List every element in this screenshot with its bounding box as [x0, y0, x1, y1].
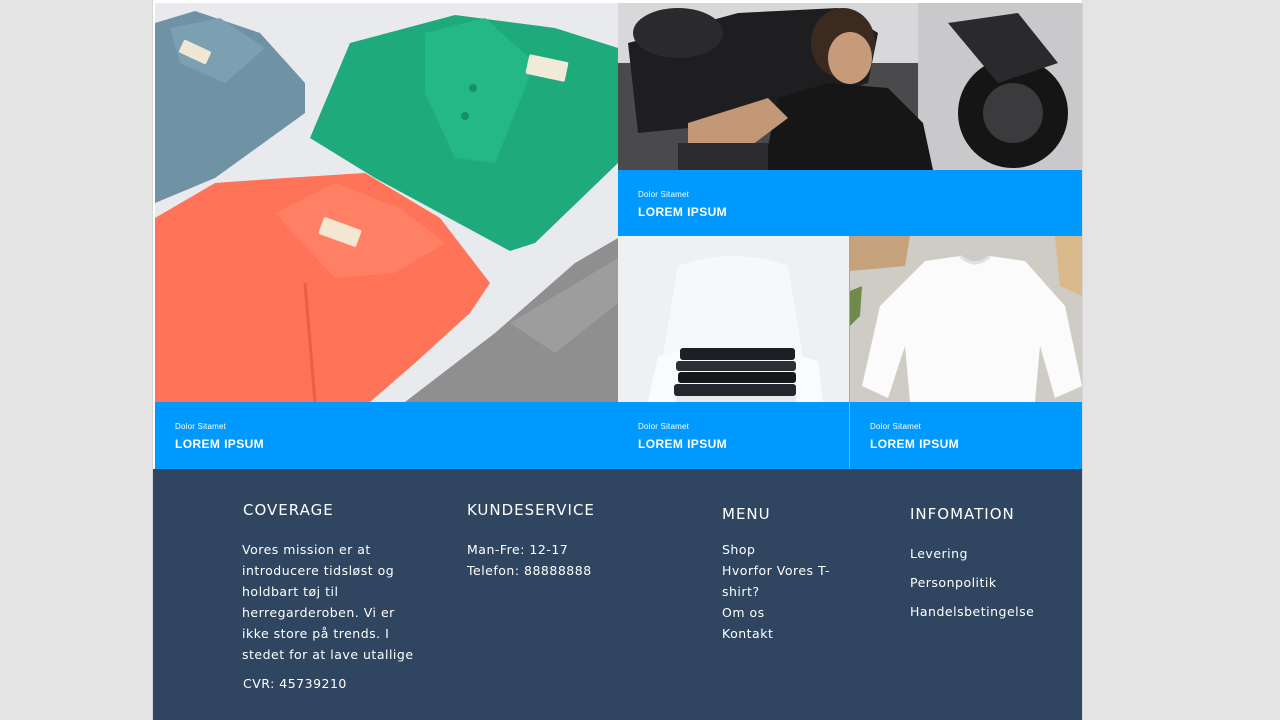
- footer-heading-kundeservice: KUNDESERVICE: [467, 501, 595, 519]
- tile-caption: Dolor Sitamet LOREM IPSUM: [155, 402, 618, 469]
- info-link-delivery[interactable]: Levering: [910, 539, 1034, 568]
- menu-link-why-tshirt[interactable]: Hvorfor Vores T-shirt?: [722, 560, 834, 602]
- tile-caption: Dolor Sitamet LOREM IPSUM: [618, 170, 1082, 236]
- tile-title[interactable]: LOREM IPSUM: [175, 437, 264, 451]
- footer-heading-information: INFOMATION: [910, 505, 1015, 523]
- tile-subtitle: Dolor Sitamet: [175, 422, 227, 431]
- category-tile-tshirts[interactable]: Dolor Sitamet LOREM IPSUM: [618, 3, 1082, 236]
- tile-subtitle: Dolor Sitamet: [638, 422, 690, 431]
- tile-title[interactable]: LOREM IPSUM: [638, 205, 727, 219]
- page: Dolor Sitamet LOREM IPSUM Dolor Sitamet …: [153, 0, 1082, 720]
- site-footer: COVERAGE Vores mission er at introducere…: [153, 469, 1082, 720]
- opening-hours: Man-Fre: 12-17: [467, 542, 569, 557]
- category-tile-sweatshirts[interactable]: Dolor Sitamet LOREM IPSUM: [850, 236, 1082, 469]
- tile-caption: Dolor Sitamet LOREM IPSUM: [618, 402, 849, 469]
- tile-title[interactable]: LOREM IPSUM: [870, 437, 959, 451]
- menu-link-shop[interactable]: Shop: [722, 539, 834, 560]
- footer-menu-column: MENU Shop Hvorfor Vores T-shirt? Om os K…: [722, 505, 852, 641]
- tile-caption: Dolor Sitamet LOREM IPSUM: [850, 402, 1082, 469]
- phone-number: Telefon: 88888888: [467, 563, 592, 578]
- tile-title[interactable]: LOREM IPSUM: [638, 437, 727, 451]
- tile-subtitle: Dolor Sitamet: [870, 422, 922, 431]
- info-link-terms[interactable]: Handelsbetingelse: [910, 597, 1034, 626]
- menu-link-contact[interactable]: Kontakt: [722, 623, 834, 644]
- footer-kundeservice-column: KUNDESERVICE Man-Fre: 12-17 Telefon: 888…: [467, 501, 647, 578]
- footer-heading-coverage: COVERAGE: [243, 501, 334, 519]
- info-link-privacy[interactable]: Personpolitik: [910, 568, 1034, 597]
- footer-information-column: INFOMATION Levering Personpolitik Handel…: [910, 505, 1070, 619]
- folded-clothes-image: [618, 236, 849, 402]
- menu-link-about[interactable]: Om os: [722, 602, 834, 623]
- category-tile-polos[interactable]: Dolor Sitamet LOREM IPSUM: [155, 3, 618, 469]
- man-motorcycle-image: [618, 3, 1082, 170]
- footer-heading-menu: MENU: [722, 505, 771, 523]
- footer-coverage-column: COVERAGE Vores mission er at introducere…: [242, 501, 418, 691]
- cvr-number: CVR: 45739210: [243, 676, 347, 691]
- tile-subtitle: Dolor Sitamet: [638, 190, 690, 199]
- category-tile-folded[interactable]: Dolor Sitamet LOREM IPSUM: [618, 236, 850, 469]
- polo-shirts-image: [155, 3, 618, 402]
- white-sweatshirt-image: [850, 236, 1082, 402]
- coverage-mission-text: Vores mission er at introducere tidsløst…: [242, 542, 414, 662]
